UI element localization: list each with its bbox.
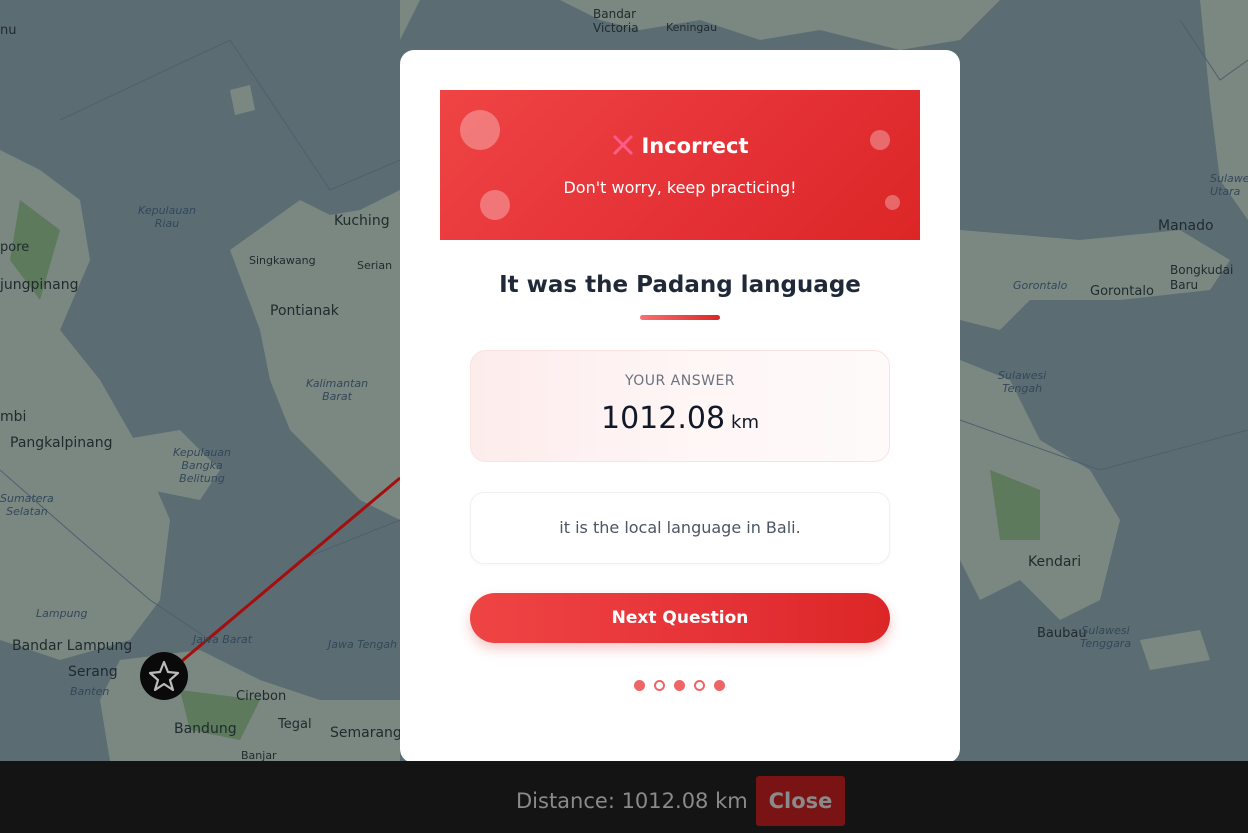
distance-unit: km (731, 412, 760, 433)
place-label: Banjar (241, 749, 277, 761)
distance-value: 1012.08 (600, 401, 726, 436)
progress-dots (634, 680, 734, 692)
place-label: Kuching (334, 213, 390, 229)
region-label: Sumatera Selatan (0, 492, 54, 518)
result-status-text: Incorrect (641, 134, 749, 158)
progress-dot-filled (674, 680, 685, 691)
place-label: Singkawang (249, 254, 316, 267)
place-label: mbi (0, 409, 27, 425)
place-label: Bandar Victoria (593, 7, 639, 35)
place-label: Bandung (174, 721, 237, 737)
place-label: Bandar Lampung (12, 638, 133, 654)
place-label: Bongkudai Baru (1170, 263, 1234, 292)
place-label: Kendari (1028, 554, 1082, 570)
progress-dot-hollow (654, 680, 665, 691)
result-subtitle: Don't worry, keep practicing! (563, 178, 797, 197)
place-label: Manado (1158, 218, 1214, 234)
progress-dot-filled (634, 680, 645, 691)
region-label: Jawa Barat (193, 633, 253, 646)
place-label: Serang (68, 664, 118, 680)
result-banner: Incorrect Don't worry, keep practicing! (440, 90, 920, 240)
place-label: pore (0, 240, 30, 255)
place-label: Pangkalpinang (10, 435, 113, 451)
region-label: Kalimantan Barat (306, 377, 369, 403)
region-label: Kepulauan Bangka Belitung (173, 446, 232, 485)
title-underline (640, 315, 720, 320)
place-label: Gorontalo (1090, 284, 1154, 299)
your-answer-card: YOUR ANSWER 1012.08 km (470, 350, 890, 462)
distance-readout: Distance: 1012.08 km (516, 789, 748, 813)
place-label: Tegal (278, 717, 312, 732)
close-button[interactable]: Close (756, 776, 845, 826)
x-icon (613, 135, 633, 155)
place-label: Keningau (666, 21, 718, 34)
place-label: jungpinang (0, 277, 79, 293)
region-label: Lampung (36, 607, 88, 620)
place-label: Cirebon (236, 689, 287, 704)
your-answer-value: 1012.08 km (471, 401, 889, 436)
place-label: Pontianak (270, 303, 339, 319)
decorative-bubble (885, 195, 900, 210)
region-label: Jawa Tengah (328, 638, 398, 651)
region-label: Sulawe Utara (1210, 172, 1248, 198)
region-label: Sulawesi Tenggara (1080, 624, 1132, 650)
place-label: nu (0, 23, 17, 38)
bottom-bar: Distance: 1012.08 km Close (0, 761, 1248, 833)
hint-card: it is the local language in Bali. (470, 492, 890, 564)
region-label: Banten (70, 685, 110, 698)
next-question-button[interactable]: Next Question (470, 593, 890, 643)
region-label: Kepulauan Riau (138, 204, 197, 230)
place-label: Semarang (330, 725, 402, 741)
star-marker-icon[interactable] (139, 651, 189, 701)
region-label: Sulawesi Tengah (998, 369, 1047, 395)
hint-text: it is the local language in Bali. (559, 518, 801, 537)
correct-answer-title: It was the Padang language (499, 272, 861, 298)
result-heading: Incorrect (440, 133, 920, 158)
region-label: Gorontalo (1013, 279, 1068, 292)
progress-dot-filled (714, 680, 725, 691)
progress-dot-hollow (694, 680, 705, 691)
place-label: Serian (357, 259, 393, 272)
your-answer-label: YOUR ANSWER (624, 373, 736, 389)
result-modal: Incorrect Don't worry, keep practicing! … (400, 50, 960, 763)
